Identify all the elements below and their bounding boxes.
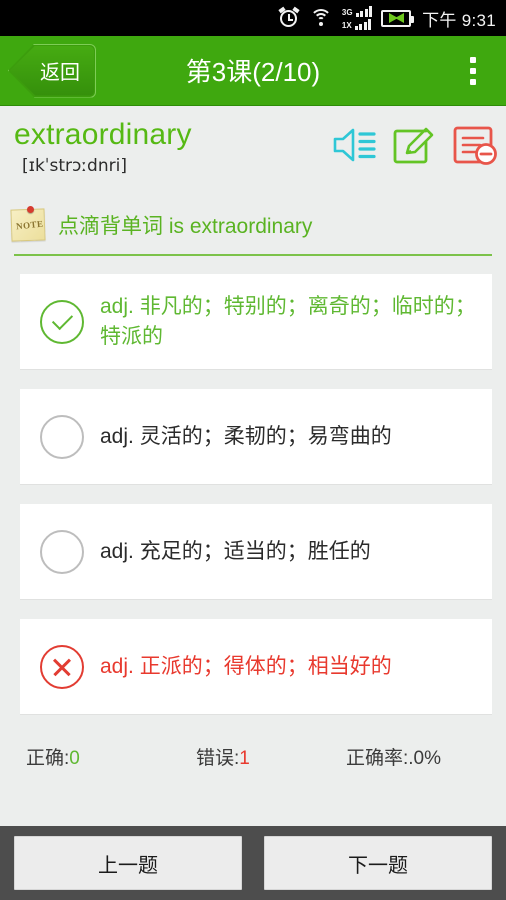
accuracy-rate-label: 正确率: — [346, 747, 409, 769]
status-bar-clock: 下午 9:31 — [422, 10, 496, 30]
overflow-menu-icon[interactable] — [450, 36, 496, 105]
correct-count-value: 0 — [69, 747, 80, 769]
next-question-button[interactable]: 下一题 — [264, 836, 492, 890]
answer-option-text: adj. 非凡的；特别的；离奇的；临时的；特派的 — [100, 294, 476, 348]
wrong-count-value: 1 — [239, 747, 250, 769]
empty-circle-icon — [36, 529, 88, 574]
answer-option-text: adj. 正派的；得体的；相当好的 — [100, 654, 392, 678]
edit-pencil-icon[interactable] — [390, 122, 438, 168]
answer-option-4[interactable]: adj. 正派的；得体的；相当好的 — [20, 619, 492, 714]
signal-1x-label: 1X — [341, 21, 352, 30]
answer-option-3[interactable]: adj. 充足的；适当的；胜任的 — [20, 504, 492, 599]
sticky-note-icon: NOTE — [8, 205, 50, 245]
signal-icon: 3G 1X — [341, 6, 373, 30]
wifi-icon — [309, 8, 333, 28]
word-action-icons — [330, 122, 498, 168]
battery-charging-icon — [381, 9, 415, 27]
app-root: 3G 1X 下午 9:31 返回 第3课(2/10) extraordinary… — [0, 0, 506, 900]
cross-circle-icon — [36, 644, 88, 689]
bottom-navigation-bar: 上一题 下一题 — [0, 826, 506, 900]
wrong-count: 错误:1 — [196, 743, 346, 770]
signal-3g-label: 3G — [341, 8, 353, 17]
correct-count: 正确:0 — [26, 743, 196, 770]
speaker-sound-icon[interactable] — [330, 122, 378, 168]
answer-option-text: adj. 灵活的；柔韧的；易弯曲的 — [100, 424, 392, 448]
answer-options-list: adj. 非凡的；特别的；离奇的；临时的；特派的 adj. 灵活的；柔韧的；易弯… — [0, 256, 506, 714]
back-button-label: 返回 — [40, 62, 80, 84]
pin-icon — [27, 206, 34, 213]
alarm-clock-icon — [278, 6, 300, 29]
answer-option-text: adj. 充足的；适当的；胜任的 — [100, 539, 371, 563]
empty-circle-icon — [36, 414, 88, 459]
remove-note-icon[interactable] — [450, 122, 498, 168]
status-bar: 3G 1X 下午 9:31 — [0, 0, 506, 36]
example-sentence-row: NOTE 点滴背单词 is extraordinary — [0, 196, 506, 254]
action-bar: 返回 第3课(2/10) — [0, 36, 506, 106]
score-summary: 正确:0 错误:1 正确率:.0% — [0, 734, 506, 778]
accuracy-rate: 正确率:.0% — [346, 743, 441, 770]
example-sentence: 点滴背单词 is extraordinary — [58, 215, 313, 238]
accuracy-rate-value: .0% — [408, 747, 442, 769]
word-header: extraordinary [ɪkˈstrɔːdnri] — [0, 106, 506, 196]
check-circle-icon — [36, 299, 88, 344]
back-button[interactable]: 返回 — [8, 43, 96, 98]
answer-option-2[interactable]: adj. 灵活的；柔韧的；易弯曲的 — [20, 389, 492, 484]
answer-option-1[interactable]: adj. 非凡的；特别的；离奇的；临时的；特派的 — [20, 274, 492, 369]
correct-count-label: 正确: — [26, 747, 70, 769]
previous-question-button[interactable]: 上一题 — [14, 836, 242, 890]
wrong-count-label: 错误: — [196, 747, 240, 769]
